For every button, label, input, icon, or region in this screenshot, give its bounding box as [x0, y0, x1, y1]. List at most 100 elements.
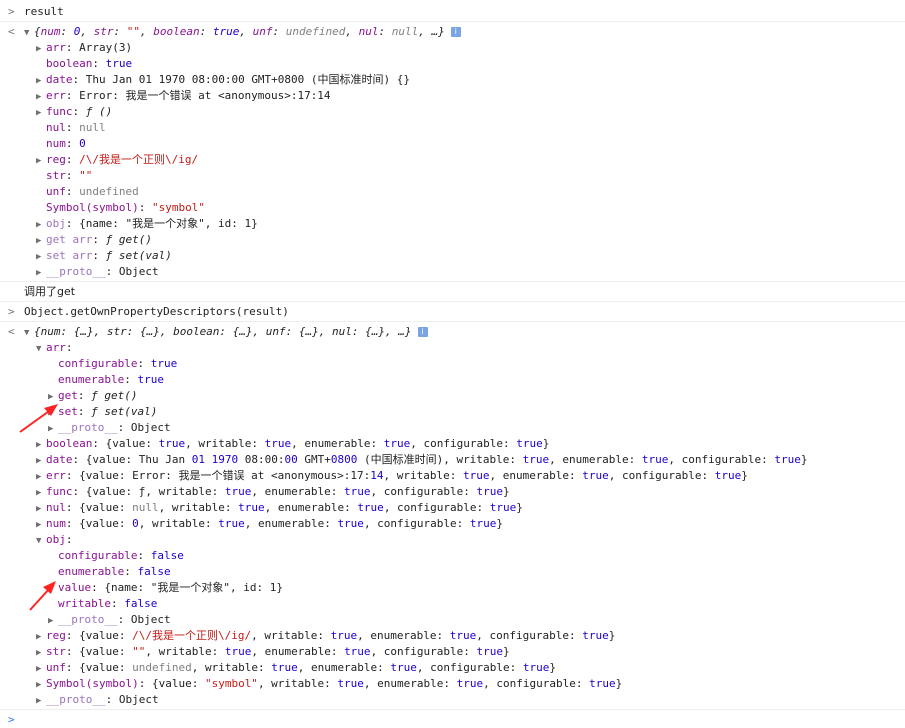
colon: :	[124, 565, 138, 578]
property-key: obj	[46, 217, 66, 230]
literal: true	[224, 645, 252, 658]
expand-closed-icon[interactable]: ▶	[36, 677, 46, 693]
colon: :	[117, 421, 131, 434]
literal: /\/我是一个正则\/ig/	[132, 629, 252, 642]
property-key: str	[46, 169, 66, 182]
literal: true	[516, 437, 543, 450]
property-value: ƒ get()	[106, 233, 152, 246]
object-summary: {num: 0, str: "", boolean: true, unf: un…	[34, 25, 445, 38]
info-icon[interactable]: i	[417, 327, 428, 337]
property-value: "symbol"	[151, 201, 205, 214]
property-key: func	[46, 485, 73, 498]
colon: :	[77, 405, 92, 418]
literal: 01	[191, 453, 205, 466]
property-row-content: ▶ __proto__: Object	[36, 264, 159, 281]
property-key: reg	[46, 153, 66, 166]
summary-value: 0	[73, 25, 81, 38]
property-value: Error: 我是一个错误 at <anonymous>:17:14	[79, 89, 331, 102]
property-row-content: ▶ err: Error: 我是一个错误 at <anonymous>:17:14	[36, 88, 331, 105]
literal: true	[337, 517, 364, 530]
expand-closed-icon[interactable]: ▶	[36, 265, 46, 281]
property-key: arr	[46, 41, 66, 54]
literal: true	[522, 453, 550, 466]
property-row-content: ▶ date: Thu Jan 01 1970 08:00:00 GMT+0800…	[36, 72, 410, 89]
colon: :	[92, 437, 106, 450]
expand-closed-icon[interactable]: ▶	[36, 233, 46, 249]
expand-closed-icon[interactable]: ▶	[36, 469, 46, 485]
property-key: str	[46, 645, 66, 658]
literal: true	[344, 485, 371, 498]
literal: null	[132, 501, 159, 514]
property-value: Object	[130, 613, 171, 626]
property-value: false	[150, 549, 184, 562]
colon: :	[65, 89, 80, 102]
colon: :	[137, 549, 151, 562]
descriptor-row-content: ▶ num: {value: 0, writable: true, enumera…	[36, 516, 503, 533]
expand-closed-icon[interactable]: ▶	[36, 693, 46, 709]
descriptor-value: {value: "", writable: true, enumerable: …	[79, 645, 510, 658]
descriptor-value: {value: ƒ, writable: true, enumerable: t…	[85, 485, 510, 498]
property-value: Object	[118, 693, 159, 706]
expand-closed-icon[interactable]: ▶	[36, 453, 46, 469]
expand-closed-icon[interactable]: ▶	[36, 73, 46, 89]
property-key: __proto__	[46, 265, 106, 278]
colon: :	[65, 169, 80, 182]
descriptor-row-content: ▶ boolean: {value: true, writable: true, …	[36, 436, 549, 453]
property-key: err	[46, 89, 66, 102]
expand-closed-icon[interactable]: ▶	[36, 517, 46, 533]
descriptor-row-content: ▶ reg: {value: /\/我是一个正则\/ig/, writable: …	[36, 628, 615, 645]
expand-open-icon[interactable]: ▼	[24, 325, 34, 341]
colon: :	[65, 645, 80, 658]
property-key: num	[46, 517, 66, 530]
property-value: null	[79, 121, 106, 134]
property-value: ƒ get()	[91, 389, 137, 402]
info-icon[interactable]: i	[450, 27, 461, 37]
property-key: date	[46, 453, 73, 466]
descriptor-row-content: ▶ err: {value: Error: 我是一个错误 at <anonymou…	[36, 468, 748, 485]
expand-closed-icon[interactable]: ▶	[36, 105, 46, 121]
expand-closed-icon[interactable]: ▶	[36, 661, 46, 677]
property-value: false	[137, 565, 171, 578]
expand-closed-icon[interactable]: ▶	[36, 217, 46, 233]
property-key: reg	[46, 629, 66, 642]
console-input-result-content: result	[24, 4, 64, 20]
expand-closed-icon[interactable]: ▶	[36, 41, 46, 57]
summary-value: true	[212, 25, 240, 38]
literal: true	[383, 437, 411, 450]
colon: :	[65, 501, 80, 514]
function-signature: set(val)	[104, 405, 158, 418]
literal: true	[224, 485, 252, 498]
colon: :	[65, 153, 80, 166]
colon: :	[65, 469, 80, 482]
command-text: Object.getOwnPropertyDescriptors(result)	[24, 305, 289, 318]
expand-closed-icon[interactable]: ▶	[36, 249, 46, 265]
expand-closed-icon[interactable]: ▶	[36, 153, 46, 169]
expand-open-icon[interactable]: ▼	[36, 341, 46, 357]
expand-closed-icon[interactable]: ▶	[36, 629, 46, 645]
property-value: Object	[130, 421, 171, 434]
literal: true	[344, 645, 371, 658]
expand-closed-icon[interactable]: ▶	[36, 485, 46, 501]
property-value: ""	[79, 169, 93, 182]
property-key: obj	[46, 533, 66, 546]
summary-value: null	[391, 25, 419, 38]
colon: :	[65, 41, 80, 54]
expand-open-icon[interactable]: ▼	[24, 25, 34, 41]
expand-closed-icon[interactable]: ▶	[36, 89, 46, 105]
summary-key: num	[40, 25, 61, 38]
colon: :	[105, 265, 119, 278]
console-separator	[0, 281, 905, 282]
expand-closed-icon[interactable]: ▶	[36, 501, 46, 517]
property-value: 0	[79, 137, 86, 150]
colon: :	[137, 357, 151, 370]
property-value: {name: "我是一个对象", id: 1}	[79, 217, 258, 230]
colon: :	[72, 453, 86, 466]
expand-closed-icon[interactable]: ▶	[36, 645, 46, 661]
expand-open-icon[interactable]: ▼	[36, 533, 46, 549]
property-row-content: ▶ __proto__: Object	[36, 692, 159, 709]
property-key: unf	[46, 661, 66, 674]
